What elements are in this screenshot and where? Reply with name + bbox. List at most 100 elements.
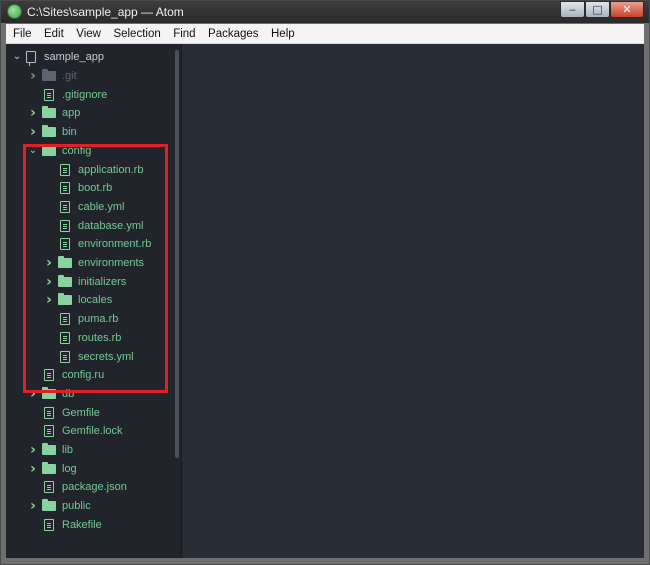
file-text-icon — [60, 219, 70, 232]
chevron-down-icon: ⌄ — [12, 51, 22, 62]
tree-file-item[interactable]: routes.rb — [44, 329, 121, 347]
chevron-right-icon: › — [46, 292, 52, 309]
menu-selection[interactable]: Selection — [113, 25, 160, 40]
menu-help[interactable]: Help — [271, 25, 295, 40]
tree-root-label: sample_app — [44, 51, 104, 63]
tree-folder-item[interactable]: › bin — [28, 123, 77, 141]
tree-item-label: locales — [78, 294, 113, 307]
tree-item-label: bin — [62, 126, 77, 139]
editor-pane[interactable] — [182, 44, 644, 558]
tree-item-label: lib — [62, 444, 74, 456]
chevron-right-icon: › — [30, 105, 36, 122]
file-text-icon — [60, 331, 70, 344]
file-text-icon — [44, 88, 54, 101]
minimize-button[interactable]: ‒ — [560, 1, 585, 18]
atom-app-icon — [7, 4, 22, 19]
workspace: ⌄ sample_app › .git .gitignore › app › bin ⌄ con… — [6, 44, 644, 558]
tree-scrollbar[interactable] — [175, 50, 179, 458]
tree-folder-item[interactable]: › locales — [44, 291, 112, 309]
tree-folder-item[interactable]: › initializers — [44, 273, 126, 291]
menu-bar: File Edit View Selection Find Packages H… — [6, 24, 644, 44]
tree-item-label: puma.rb — [78, 313, 119, 326]
folder-icon — [42, 143, 56, 156]
tree-item-label: config — [62, 144, 92, 157]
tree-file-item[interactable]: secrets.yml — [44, 348, 134, 366]
tree-item-label: db — [62, 387, 75, 400]
tree-folder-item[interactable]: › lib — [28, 441, 73, 459]
tree-item-label: package.json — [62, 481, 127, 494]
tree-file-item[interactable]: database.yml — [44, 217, 143, 235]
close-button[interactable]: ✕ — [610, 1, 644, 18]
tree-folder-item[interactable]: › .git — [28, 67, 77, 85]
chevron-down-icon: ⌄ — [28, 144, 38, 156]
folder-icon — [42, 69, 56, 81]
tree-item-label: boot.rb — [78, 182, 113, 195]
folder-icon — [42, 461, 56, 474]
tree-item-label: .git — [62, 70, 77, 82]
chevron-right-icon: › — [30, 460, 36, 477]
chevron-right-icon: › — [30, 68, 36, 84]
tree-folder-item[interactable]: › app — [28, 104, 80, 122]
menu-packages[interactable]: Packages — [208, 25, 259, 40]
title-bar[interactable]: C:\Sites\sample_app — Atom ‒ □ ✕ — [1, 1, 649, 23]
menu-edit[interactable]: Edit — [44, 25, 64, 40]
menu-file[interactable]: File — [13, 25, 32, 40]
tree-item-label: database.yml — [78, 219, 144, 232]
tree-file-item[interactable]: environment.rb — [44, 235, 151, 253]
file-text-icon — [44, 481, 54, 494]
tree-item-label: initializers — [78, 275, 127, 288]
file-text-icon — [60, 238, 70, 251]
chevron-right-icon: › — [46, 273, 52, 290]
tree-item-label: Rakefile — [62, 518, 102, 531]
file-text-icon — [60, 350, 70, 363]
tree-file-item[interactable]: Rakefile — [28, 516, 102, 534]
tree-item-label: Gemfile.lock — [62, 425, 123, 438]
tree-item-label: app — [62, 107, 81, 120]
tree-folder-item[interactable]: › environments — [44, 254, 144, 272]
tree-item-label: secrets.yml — [78, 350, 134, 363]
folder-icon — [58, 256, 72, 268]
file-text-icon — [44, 425, 54, 438]
tree-item-label: Gemfile — [62, 406, 100, 419]
tree-item-label: .gitignore — [62, 88, 108, 101]
menu-find[interactable]: Find — [173, 25, 195, 40]
tree-file-item[interactable]: application.rb — [44, 161, 143, 179]
tree-file-item[interactable]: Gemfile — [28, 404, 100, 422]
folder-icon — [58, 274, 72, 287]
tree-item-label: config.ru — [62, 369, 105, 382]
window-title: C:\Sites\sample_app — Atom — [27, 5, 184, 19]
tree-item-label: environment.rb — [78, 238, 152, 251]
chevron-right-icon: › — [30, 385, 36, 402]
tree-file-item[interactable]: .gitignore — [28, 86, 107, 104]
tree-item-label: cable.yml — [78, 200, 125, 213]
folder-icon — [42, 499, 56, 512]
repo-icon — [26, 51, 36, 66]
tree-item-label: log — [62, 462, 77, 475]
tree-folder-item[interactable]: ⌄ config — [28, 142, 91, 160]
menu-view[interactable]: View — [76, 25, 101, 40]
tree-folder-item[interactable]: › public — [28, 497, 91, 515]
folder-icon — [42, 443, 56, 455]
tree-root[interactable]: ⌄ sample_app — [12, 48, 104, 66]
tree-file-item[interactable]: cable.yml — [44, 198, 124, 216]
tree-item-label: environments — [78, 257, 145, 269]
tree-file-item[interactable]: package.json — [28, 478, 127, 496]
tree-file-item[interactable]: puma.rb — [44, 310, 118, 328]
atom-window: C:\Sites\sample_app — Atom ‒ □ ✕ File Ed… — [0, 0, 650, 565]
tree-file-item[interactable]: boot.rb — [44, 179, 112, 197]
tree-file-item[interactable]: Gemfile.lock — [28, 422, 123, 440]
maximize-button[interactable]: □ — [585, 1, 610, 18]
file-text-icon — [60, 163, 70, 176]
file-text-icon — [60, 182, 70, 195]
file-text-icon — [44, 518, 54, 531]
tree-file-item[interactable]: config.ru — [28, 366, 104, 384]
folder-icon — [58, 293, 72, 306]
tree-folder-item[interactable]: › db — [28, 385, 74, 403]
chevron-right-icon: › — [30, 124, 36, 141]
file-text-icon — [60, 200, 70, 213]
file-text-icon — [60, 313, 70, 326]
chevron-right-icon: › — [30, 442, 36, 458]
tree-view: ⌄ sample_app › .git .gitignore › app › bin ⌄ con… — [6, 44, 181, 558]
file-text-icon — [44, 406, 54, 419]
tree-folder-item[interactable]: › log — [28, 460, 77, 478]
